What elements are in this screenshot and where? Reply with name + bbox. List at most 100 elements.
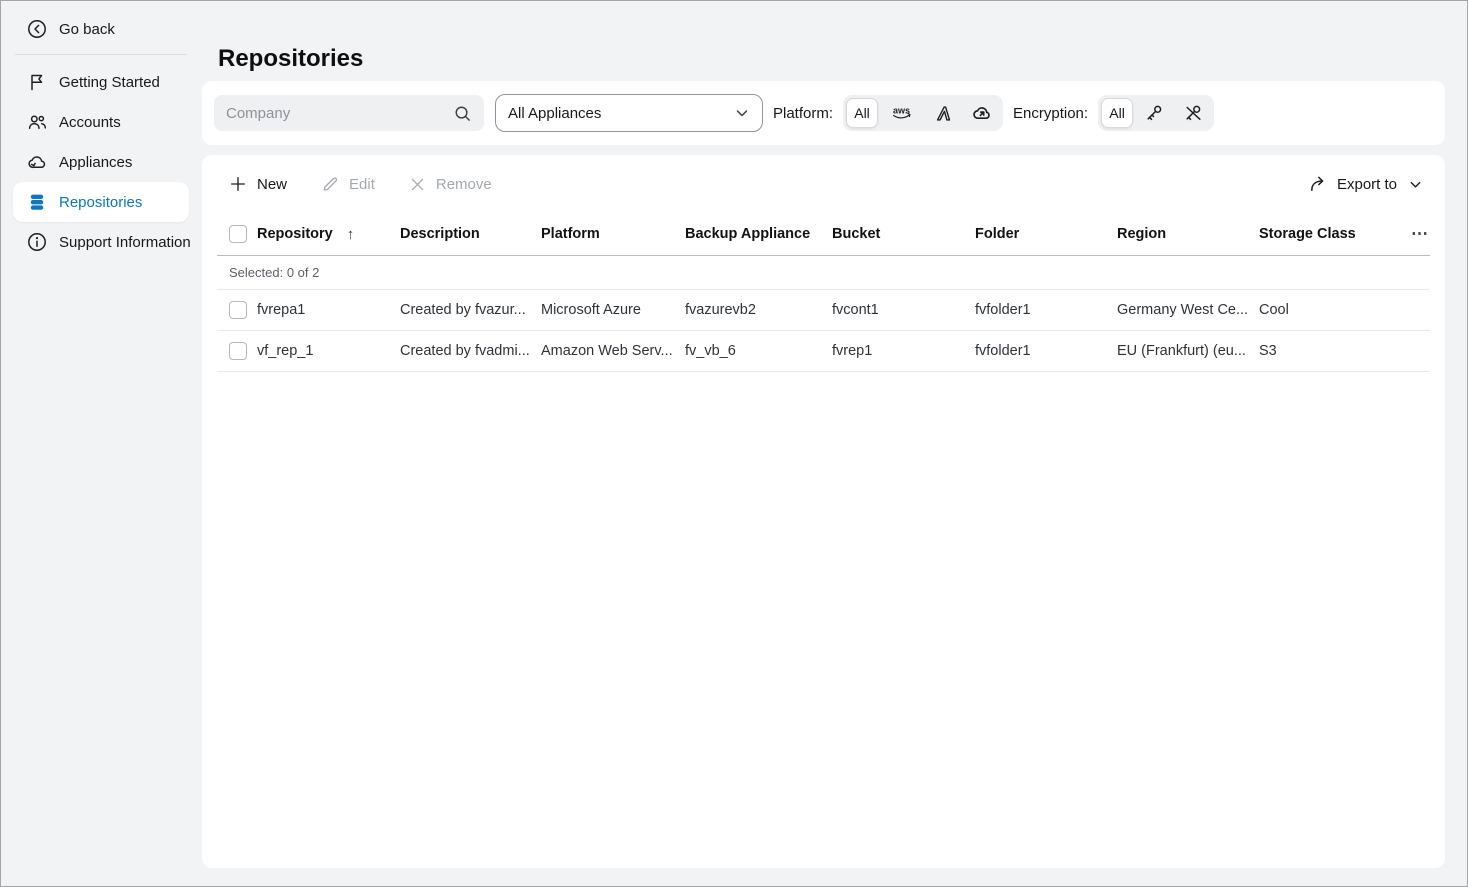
table-header-row: Repository ↑ Description Platform Backup… xyxy=(217,213,1430,256)
company-search-box[interactable] xyxy=(214,95,484,131)
cell-description: Created by fvadmi... xyxy=(400,343,541,359)
sidebar-item-label: Repositories xyxy=(59,194,142,211)
cell-platform: Amazon Web Serv... xyxy=(541,343,685,359)
encryption-all-label: All xyxy=(1109,105,1125,121)
column-header-label: Platform xyxy=(541,226,600,242)
row-select-cell xyxy=(217,301,257,319)
column-header-repository[interactable]: Repository ↑ xyxy=(257,226,400,243)
table-row[interactable]: fvrepa1 Created by fvazur... Microsoft A… xyxy=(217,290,1430,331)
page-title: Repositories xyxy=(218,45,363,73)
row-checkbox[interactable] xyxy=(229,301,247,319)
filter-bar: All Appliances Platform: All aws xyxy=(202,81,1445,145)
row-checkbox[interactable] xyxy=(229,342,247,360)
cell-description: Created by fvazur... xyxy=(400,302,541,318)
encryption-all-button[interactable]: All xyxy=(1101,98,1133,128)
sidebar-item-support-information[interactable]: Support Information xyxy=(1,222,201,262)
aws-icon: aws xyxy=(889,104,915,122)
info-icon xyxy=(27,232,47,252)
column-header-folder[interactable]: Folder xyxy=(975,226,1117,242)
flag-icon xyxy=(27,72,47,92)
export-to-label: Export to xyxy=(1337,176,1397,193)
column-header-label: Bucket xyxy=(832,226,880,242)
pencil-icon xyxy=(321,175,339,193)
svg-text:aws: aws xyxy=(893,106,910,116)
column-header-label: Description xyxy=(400,226,480,242)
cell-backup-appliance: fv_vb_6 xyxy=(685,343,832,359)
go-back-icon xyxy=(27,19,47,39)
platform-azure-button[interactable] xyxy=(926,98,961,128)
selection-summary-row: Selected: 0 of 2 xyxy=(217,256,1430,290)
export-arrow-icon xyxy=(1308,174,1328,194)
appliance-cloud-icon xyxy=(27,152,47,172)
encryption-unencrypted-button[interactable] xyxy=(1175,98,1211,128)
select-all-cell xyxy=(217,225,257,243)
column-header-label: Region xyxy=(1117,226,1166,242)
cell-backup-appliance: fvazurevb2 xyxy=(685,302,832,318)
platform-filter-group: All aws xyxy=(843,95,1003,131)
sidebar-item-label: Getting Started xyxy=(59,74,160,91)
platform-all-label: All xyxy=(854,105,870,121)
selection-summary: Selected: 0 of 2 xyxy=(229,265,319,280)
sidebar-item-label: Appliances xyxy=(59,154,132,171)
platform-all-button[interactable]: All xyxy=(846,98,878,128)
company-search-input[interactable] xyxy=(226,105,453,122)
repositories-panel: New Edit Remove xyxy=(202,155,1445,868)
toolbar: New Edit Remove xyxy=(202,155,1445,213)
row-select-cell xyxy=(217,342,257,360)
column-header-bucket[interactable]: Bucket xyxy=(832,226,975,242)
table-row[interactable]: vf_rep_1 Created by fvadmi... Amazon Web… xyxy=(217,331,1430,372)
encryption-filter-group: All xyxy=(1098,95,1214,131)
go-back-button[interactable]: Go back xyxy=(1,7,201,51)
key-off-icon xyxy=(1183,103,1203,123)
sidebar-item-label: Accounts xyxy=(59,114,121,131)
chevron-down-icon xyxy=(734,105,750,121)
sidebar-item-repositories[interactable]: Repositories xyxy=(13,182,189,222)
database-icon xyxy=(27,192,47,212)
edit-button[interactable]: Edit xyxy=(321,175,375,193)
platform-cloud-button[interactable] xyxy=(964,98,1000,128)
sidebar-item-accounts[interactable]: Accounts xyxy=(1,102,201,142)
cloud-icon xyxy=(972,103,992,123)
new-button[interactable]: New xyxy=(229,175,287,193)
sidebar-item-appliances[interactable]: Appliances xyxy=(1,142,201,182)
column-header-region[interactable]: Region xyxy=(1117,226,1259,242)
column-header-description[interactable]: Description xyxy=(400,226,541,242)
column-header-storage-class[interactable]: Storage Class xyxy=(1259,226,1390,242)
main-content: Repositories All Appliances Platform: Al… xyxy=(201,1,1468,886)
column-header-label: Repository xyxy=(257,226,333,242)
cell-storage-class: S3 xyxy=(1259,343,1390,359)
appliances-dropdown-value: All Appliances xyxy=(508,105,601,122)
remove-button-label: Remove xyxy=(436,176,492,193)
column-header-label: Folder xyxy=(975,226,1019,242)
encryption-encrypted-button[interactable] xyxy=(1136,98,1172,128)
cell-platform: Microsoft Azure xyxy=(541,302,685,318)
select-all-checkbox[interactable] xyxy=(229,225,247,243)
column-header-platform[interactable]: Platform xyxy=(541,226,685,242)
encryption-filter-label: Encryption: xyxy=(1013,105,1088,122)
remove-button[interactable]: Remove xyxy=(409,176,492,193)
export-to-button[interactable]: Export to xyxy=(1308,174,1423,194)
platform-filter-label: Platform: xyxy=(773,105,833,122)
search-icon[interactable] xyxy=(453,104,472,123)
azure-icon xyxy=(934,104,953,123)
cell-bucket: fvcont1 xyxy=(832,302,975,318)
edit-button-label: Edit xyxy=(349,176,375,193)
ellipsis-icon: ⋯ xyxy=(1411,224,1428,244)
repositories-table: Repository ↑ Description Platform Backup… xyxy=(217,213,1430,372)
platform-aws-button[interactable]: aws xyxy=(881,98,923,128)
sidebar-divider xyxy=(15,54,187,55)
cell-repository: vf_rep_1 xyxy=(257,343,400,359)
x-icon xyxy=(409,176,426,193)
sidebar-item-getting-started[interactable]: Getting Started xyxy=(1,62,201,102)
cell-storage-class: Cool xyxy=(1259,302,1390,318)
key-icon xyxy=(1144,103,1164,123)
sort-asc-icon[interactable]: ↑ xyxy=(347,226,355,243)
appliances-dropdown[interactable]: All Appliances xyxy=(495,94,763,132)
app-window: Go back Getting Started Accounts Applian… xyxy=(0,0,1468,887)
cell-region: EU (Frankfurt) (eu... xyxy=(1117,343,1259,359)
column-settings-button[interactable]: ⋯ xyxy=(1390,224,1430,244)
cell-folder: fvfolder1 xyxy=(975,343,1117,359)
chevron-down-icon xyxy=(1408,177,1423,192)
column-header-backup-appliance[interactable]: Backup Appliance xyxy=(685,226,832,242)
new-button-label: New xyxy=(257,176,287,193)
